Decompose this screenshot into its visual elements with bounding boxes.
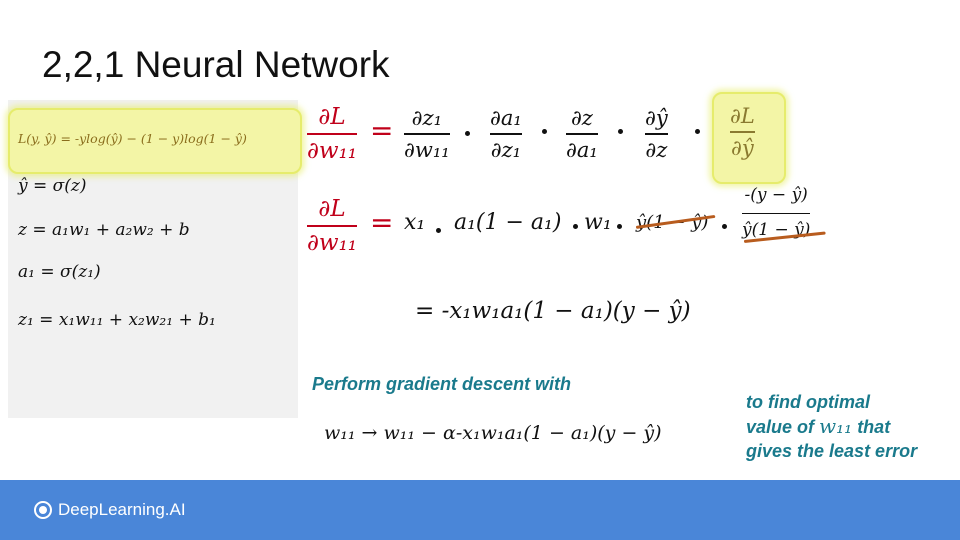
def-a1: a₁ = σ(z₁)	[18, 262, 101, 282]
def-yhat: ŷ = σ(z)	[18, 176, 87, 196]
chain-factor-2: ∂a₁ ∂z₁	[490, 106, 522, 162]
brand-logo: DeepLearning.AI	[34, 500, 186, 520]
optimal-note: to find optimal value of w₁₁ that gives …	[746, 390, 917, 463]
dot-1	[465, 131, 470, 136]
row2-lhs: ∂L ∂w₁₁	[307, 196, 358, 256]
row2-x1: x₁	[404, 210, 426, 235]
row3-result: = -x₁w₁a₁(1 − a₁)(y − ŷ)	[415, 298, 691, 324]
chain-factor-1: ∂z₁ ∂w₁₁	[404, 106, 450, 162]
row2-w1: w₁	[584, 210, 612, 235]
update-rule: w₁₁ → w₁₁ − α-x₁w₁a₁(1 − a₁)(y − ŷ)	[324, 422, 662, 444]
dot-2	[542, 129, 547, 134]
note-line-1: to find optimal	[746, 392, 870, 412]
note-line-3: gives the least error	[746, 441, 918, 461]
descent-label: Perform gradient descent with	[312, 374, 572, 394]
def-z1: z₁ = x₁w₁₁ + x₂w₂₁ + b₁	[18, 310, 216, 330]
row2-dot-4	[722, 224, 727, 229]
loss-formula: L(y, ŷ) = -ylog(ŷ) − (1 − y)log(1 − ŷ)	[18, 131, 247, 146]
row2-a-term: a₁(1 − a₁)	[454, 210, 562, 235]
dot-4	[695, 129, 700, 134]
row2-equals: =	[370, 206, 394, 239]
chain-factor-4: ∂ŷ ∂z	[645, 106, 668, 162]
chain-factor-3: ∂z ∂a₁	[566, 106, 598, 162]
row2-dot-2	[573, 224, 578, 229]
row2-dot-3	[617, 224, 622, 229]
chain-lhs: ∂L ∂w₁₁	[307, 104, 358, 164]
chain-factor-5: ∂L ∂ŷ	[730, 104, 755, 160]
slide-title: 2,2,1 Neural Network	[42, 44, 390, 85]
brand-name: DeepLearning.AI	[58, 500, 186, 519]
dot-3	[618, 129, 623, 134]
row2-fraction: -(y − ŷ) ŷ(1 − ŷ)	[742, 185, 811, 241]
row2-dot-1	[436, 228, 441, 233]
chain-equals: =	[370, 114, 394, 147]
note-line-2: value of w₁₁ that	[746, 414, 891, 438]
def-z: z = a₁w₁ + a₂w₂ + b	[18, 220, 190, 240]
deeplearning-logo-icon	[34, 501, 52, 519]
